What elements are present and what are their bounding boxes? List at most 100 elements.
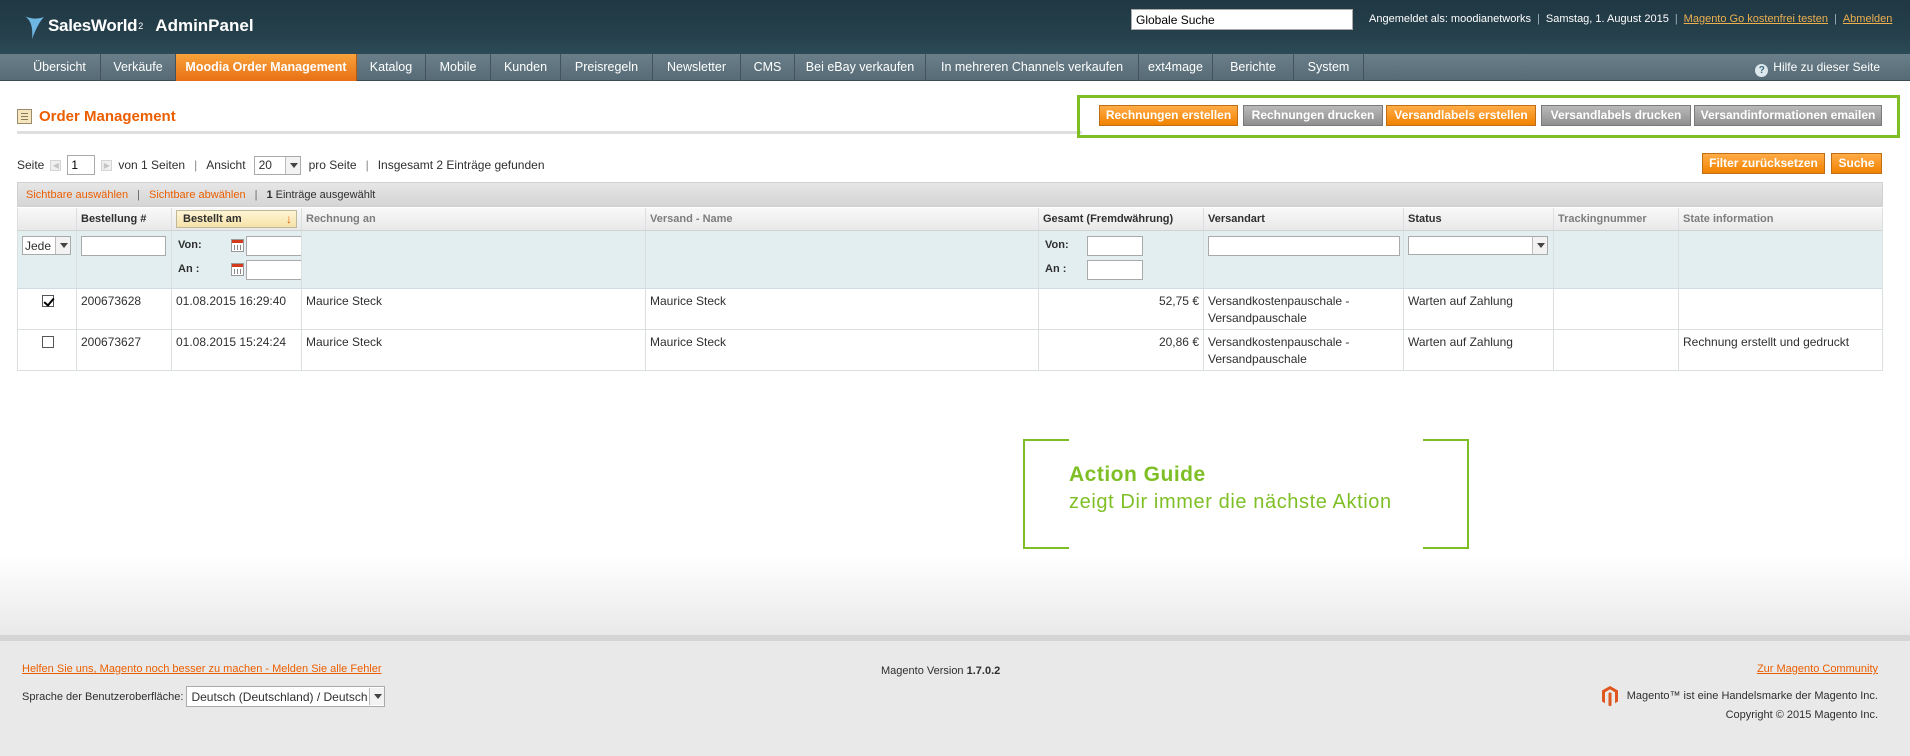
search-button[interactable]: Suche bbox=[1831, 153, 1882, 174]
cell-state bbox=[1679, 289, 1883, 329]
header-bill-to[interactable]: Rechnung an bbox=[302, 208, 646, 230]
cell-bill-to: Maurice Steck bbox=[302, 330, 646, 370]
create-invoices-button[interactable]: Rechnungen erstellen bbox=[1099, 105, 1238, 126]
header-checkbox-col bbox=[18, 208, 77, 230]
page-title: Order Management bbox=[39, 108, 176, 125]
header-order[interactable]: Bestellung # bbox=[77, 208, 172, 230]
row-checkbox[interactable] bbox=[42, 295, 54, 307]
email-shipping-button[interactable]: Versandinformationen emailen bbox=[1694, 105, 1882, 126]
row-checkbox[interactable] bbox=[42, 336, 54, 348]
nav-item-ebay[interactable]: Bei eBay verkaufen bbox=[795, 54, 926, 81]
filter-order-input[interactable] bbox=[81, 236, 166, 256]
nav-item-overview[interactable]: Übersicht bbox=[19, 54, 101, 81]
unselect-visible-link[interactable]: Sichtbare abwählen bbox=[149, 189, 246, 201]
guide-subtitle: zeigt Dir immer die nächste Aktion bbox=[1069, 491, 1392, 513]
chevron-down-icon bbox=[1532, 237, 1547, 254]
cell-shipping: Versandkostenpauschale - Versandpauschal… bbox=[1204, 289, 1404, 329]
total-records: Insgesamt 2 Einträge gefunden bbox=[377, 158, 545, 172]
page-number-input[interactable] bbox=[67, 155, 96, 175]
per-page-select[interactable]: 20 bbox=[253, 155, 301, 175]
filter-total-from-input[interactable] bbox=[1087, 236, 1143, 256]
print-labels-button[interactable]: Versandlabels drucken bbox=[1541, 105, 1691, 126]
cell-status: Warten auf Zahlung bbox=[1404, 330, 1554, 370]
filter-shipping-input[interactable] bbox=[1208, 236, 1400, 256]
logo-brand: SalesWorld bbox=[48, 16, 138, 35]
nav-item-multichannel[interactable]: In mehreren Channels verkaufen bbox=[926, 54, 1139, 81]
print-invoices-button[interactable]: Rechnungen drucken bbox=[1243, 105, 1383, 126]
header-status[interactable]: Status bbox=[1404, 208, 1554, 230]
header-tracking[interactable]: Trackingnummer bbox=[1554, 208, 1679, 230]
header-ship-to[interactable]: Versand - Name bbox=[646, 208, 1039, 230]
community-link[interactable]: Zur Magento Community bbox=[1757, 663, 1878, 675]
selected-label: Einträge ausgewählt bbox=[275, 188, 376, 201]
cell-tracking bbox=[1554, 289, 1679, 329]
table-row[interactable]: 200673627 01.08.2015 15:24:24 Maurice St… bbox=[18, 330, 1882, 371]
filter-order-col bbox=[77, 231, 172, 288]
filter-status-select[interactable] bbox=[1408, 236, 1548, 255]
filter-any-select[interactable]: Jede bbox=[22, 236, 71, 255]
header-ordered-at-cell[interactable]: Bestellt am ↓ bbox=[172, 208, 302, 230]
next-page-icon[interactable]: ▶ bbox=[101, 159, 113, 171]
order-list-icon bbox=[17, 109, 32, 124]
prev-page-icon[interactable]: ◀ bbox=[50, 159, 62, 171]
calendar-icon[interactable] bbox=[231, 263, 244, 276]
filter-from-label: Von: bbox=[178, 239, 202, 251]
logout-link[interactable]: Abmelden bbox=[1843, 13, 1893, 25]
filter-total-to-label: An : bbox=[1045, 263, 1067, 275]
nav-item-order-management[interactable]: Moodia Order Management bbox=[176, 54, 357, 81]
cell-total: 52,75 € bbox=[1039, 289, 1204, 329]
trademark-notice: Magento™ ist eine Handelsmarke der Magen… bbox=[1601, 685, 1878, 707]
cell-ordered-at: 01.08.2015 15:24:24 bbox=[172, 330, 302, 370]
chevron-down-icon bbox=[284, 156, 300, 174]
filter-checkbox-col: Jede bbox=[18, 231, 77, 288]
of-pages: von 1 Seiten bbox=[118, 158, 186, 172]
header-state[interactable]: State information bbox=[1679, 208, 1883, 230]
bug-report-link[interactable]: Helfen Sie uns, Magento noch besser zu m… bbox=[22, 663, 382, 675]
per-page-label: pro Seite bbox=[308, 158, 357, 172]
create-labels-button[interactable]: Versandlabels erstellen bbox=[1386, 105, 1536, 126]
nav-item-customers[interactable]: Kunden bbox=[491, 54, 561, 81]
calendar-icon[interactable] bbox=[231, 239, 244, 252]
trial-link[interactable]: Magento Go kostenfrei testen bbox=[1684, 13, 1828, 25]
header-date: Samstag, 1. August 2015 bbox=[1545, 13, 1669, 25]
global-search-input[interactable] bbox=[1131, 9, 1353, 30]
nav-item-system[interactable]: System bbox=[1294, 54, 1364, 81]
cell-ship-to: Maurice Steck bbox=[646, 289, 1039, 329]
row-select-cell bbox=[18, 289, 77, 329]
header-ordered-at: Bestellt am bbox=[183, 213, 242, 225]
language-value: Deutsch (Deutschland) / Deutsch bbox=[191, 689, 368, 704]
filter-shipping-col bbox=[1204, 231, 1404, 288]
salesworld-logo[interactable]: SalesWorld 2 AdminPanel bbox=[20, 8, 254, 44]
reset-filter-button[interactable]: Filter zurücksetzen bbox=[1702, 153, 1825, 174]
help-link[interactable]: ? Hilfe zu dieser Seite bbox=[1755, 54, 1880, 81]
filter-to-label: An : bbox=[178, 263, 200, 275]
cell-order: 200673627 bbox=[77, 330, 172, 370]
nav-item-catalog[interactable]: Katalog bbox=[357, 54, 426, 81]
nav-item-price-rules[interactable]: Preisregeln bbox=[561, 54, 653, 81]
language-select[interactable]: Deutsch (Deutschland) / Deutsch bbox=[186, 686, 386, 707]
header-shipping[interactable]: Versandart bbox=[1204, 208, 1404, 230]
cell-status: Warten auf Zahlung bbox=[1404, 289, 1554, 329]
filter-any-value: Jede bbox=[25, 238, 52, 253]
nav-item-newsletter[interactable]: Newsletter bbox=[653, 54, 741, 81]
nav-item-reports[interactable]: Berichte bbox=[1213, 54, 1294, 81]
footer: Helfen Sie uns, Magento noch besser zu m… bbox=[0, 635, 1910, 756]
view-label: Ansicht bbox=[206, 158, 246, 172]
nav-item-ext4mage[interactable]: ext4mage bbox=[1139, 54, 1213, 81]
header-total[interactable]: Gesamt (Fremdwährung) bbox=[1039, 208, 1204, 230]
nav-item-sales[interactable]: Verkäufe bbox=[101, 54, 176, 81]
page-title-area: Order Management bbox=[17, 108, 176, 125]
nav-item-mobile[interactable]: Mobile bbox=[426, 54, 491, 81]
filter-date-to-input[interactable] bbox=[246, 260, 301, 280]
chevron-down-icon bbox=[369, 688, 385, 705]
language-switcher: Sprache der Benutzeroberfläche: Deutsch … bbox=[22, 686, 386, 707]
magento-logo-icon bbox=[1601, 686, 1618, 707]
table-row[interactable]: 200673628 01.08.2015 16:29:40 Maurice St… bbox=[18, 289, 1882, 330]
filter-total-to-input[interactable] bbox=[1087, 260, 1143, 280]
select-visible-link[interactable]: Sichtbare auswählen bbox=[26, 189, 128, 201]
filter-total-col: Von: An : bbox=[1039, 231, 1204, 288]
filter-ordered-at-col: Von: An : bbox=[172, 231, 302, 288]
header-ordered-at-sorted: Bestellt am ↓ bbox=[176, 210, 297, 228]
nav-item-cms[interactable]: CMS bbox=[741, 54, 795, 81]
filter-date-from-input[interactable] bbox=[246, 236, 301, 256]
